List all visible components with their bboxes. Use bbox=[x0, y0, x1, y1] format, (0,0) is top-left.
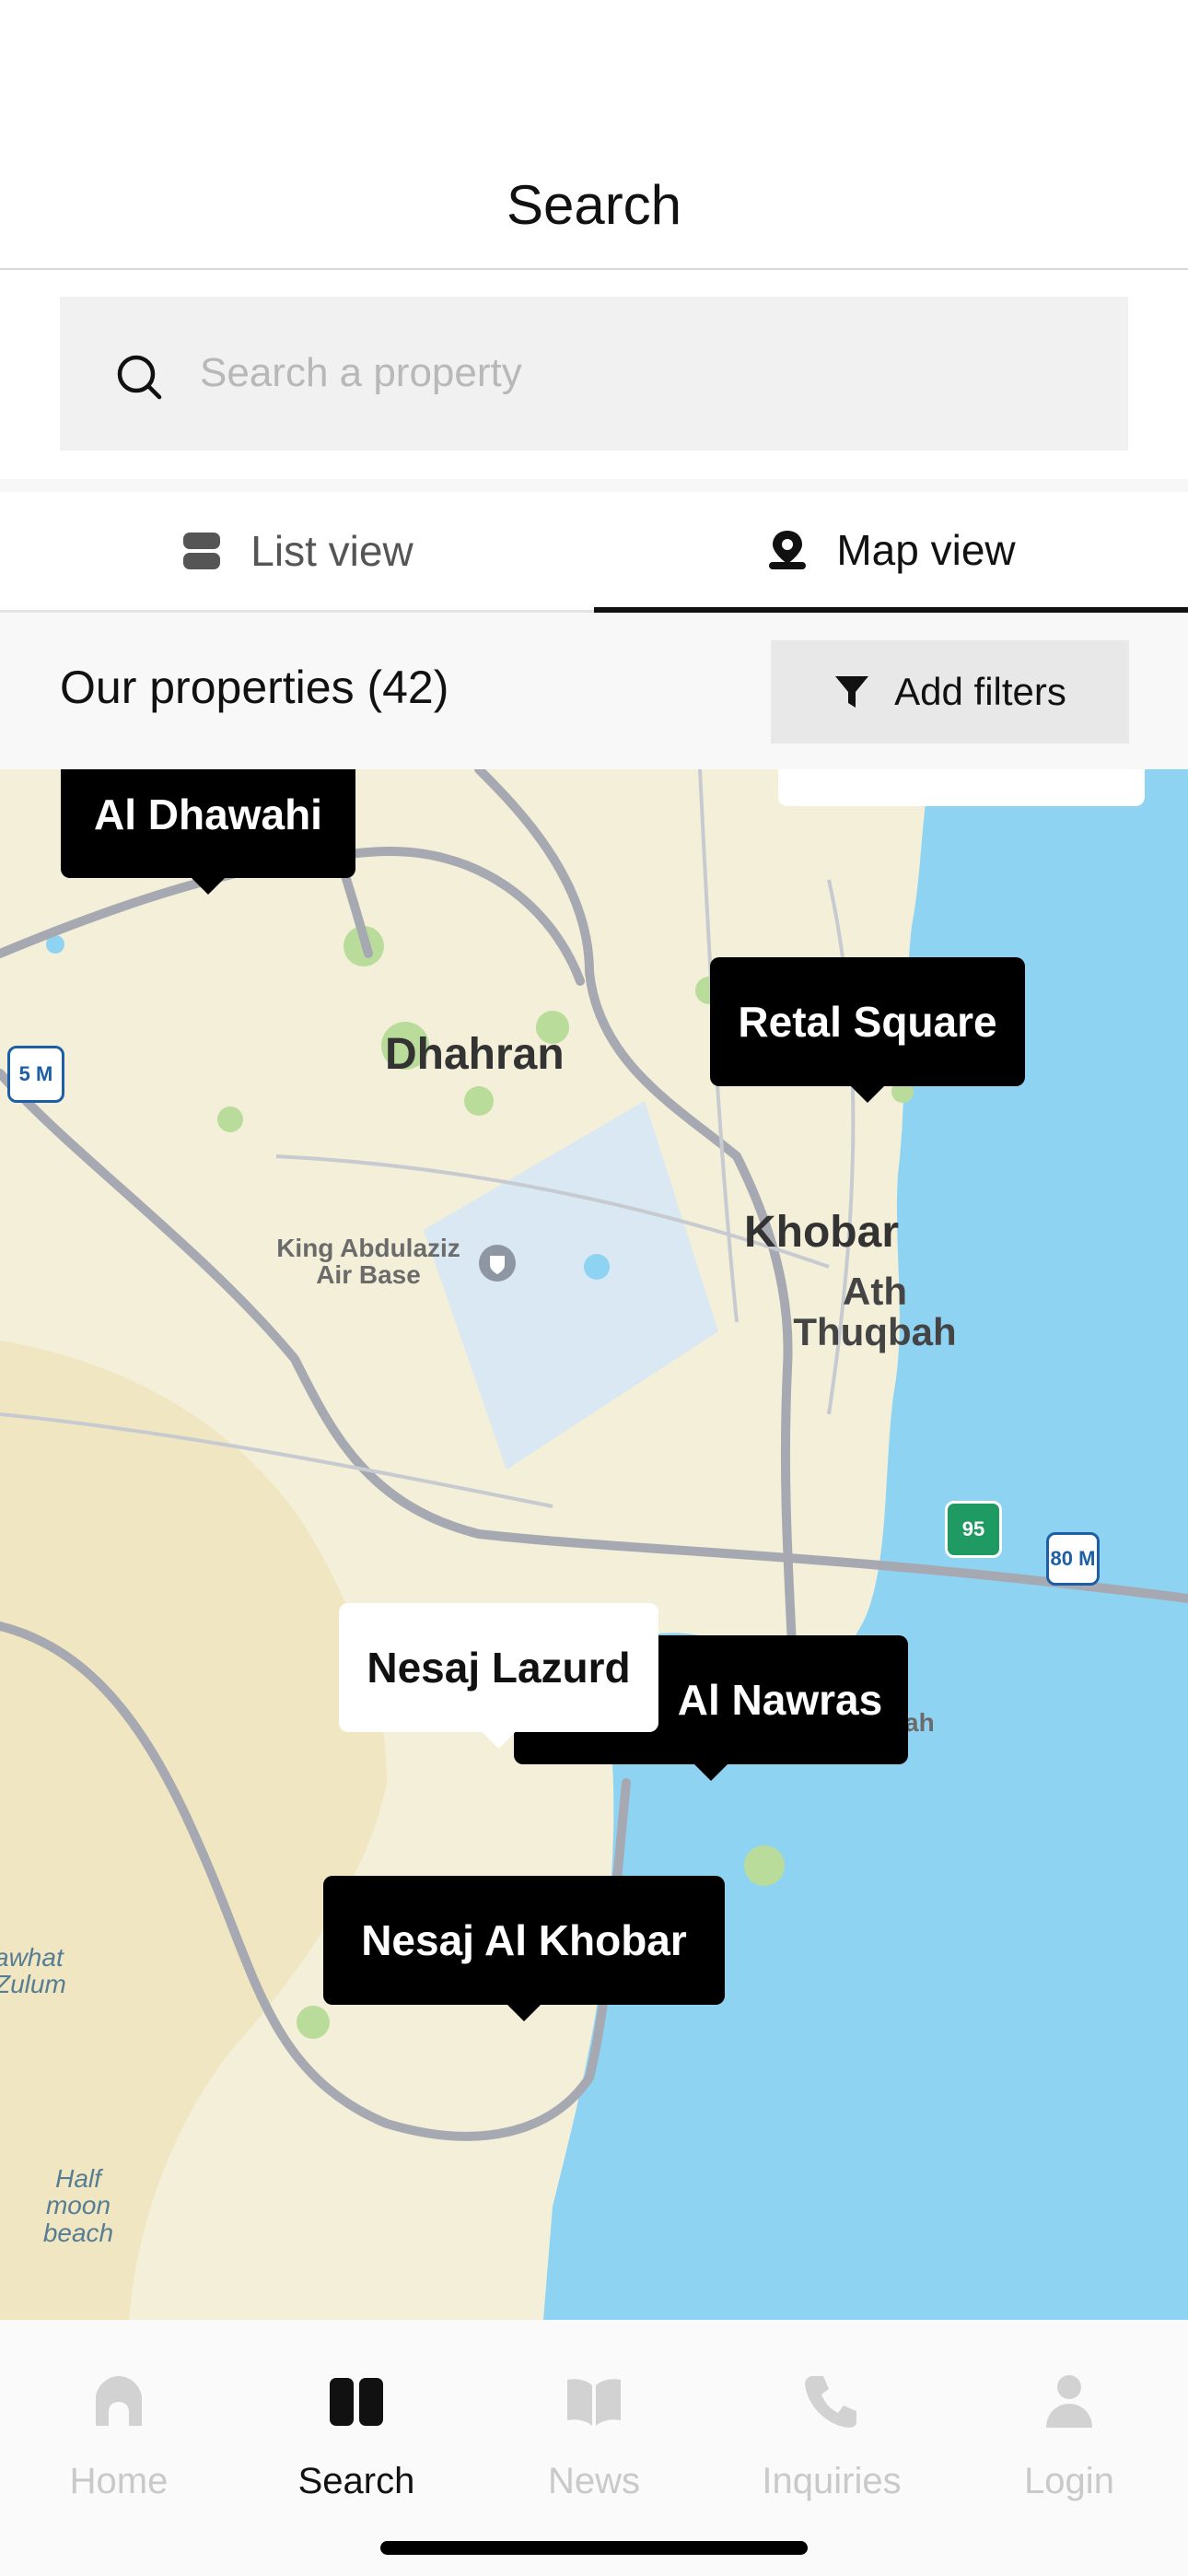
nav-item-inquiries[interactable]: Inquiries bbox=[713, 2371, 950, 2536]
tab-list-view-label: List view bbox=[250, 527, 413, 575]
road-shield-95-label: 95 bbox=[961, 1517, 985, 1540]
properties-bar: Our properties (42) Add filters bbox=[0, 613, 1188, 769]
road-shield-95: 95 bbox=[945, 1501, 1002, 1558]
properties-count-title: Our properties (42) bbox=[60, 662, 449, 713]
nav-label-search: Search bbox=[297, 2461, 415, 2501]
property-pin-al-dhawahi[interactable]: Al Dhawahi bbox=[61, 769, 355, 878]
road-shield-80m-label: 80 M bbox=[1050, 1547, 1096, 1570]
property-pin-retal-square[interactable]: Retal Square bbox=[710, 957, 1025, 1086]
road-shield-80m: 80 M bbox=[1046, 1532, 1100, 1586]
home-icon bbox=[96, 2376, 142, 2426]
property-pin-offscreen[interactable] bbox=[778, 769, 1145, 806]
page-title: Search bbox=[506, 174, 682, 236]
header: Search bbox=[0, 0, 1188, 270]
filter-icon bbox=[835, 676, 869, 708]
map-label-khobar: Khobar bbox=[744, 1208, 899, 1257]
property-pin-nesaj-al-khobar[interactable]: Nesaj Al Khobar bbox=[323, 1876, 725, 2005]
air-base-icon bbox=[479, 1245, 516, 1282]
nav-label-inquiries: Inquiries bbox=[762, 2461, 902, 2501]
pin-label: Retal Square bbox=[738, 998, 997, 1046]
nav-label-login: Login bbox=[1024, 2461, 1114, 2501]
map-label-half-moon-beach: Half moon beach bbox=[42, 2164, 114, 2247]
tab-list-view[interactable]: List view bbox=[0, 492, 594, 613]
add-filters-label: Add filters bbox=[894, 670, 1066, 713]
nav-label-news: News bbox=[547, 2461, 641, 2501]
search-input[interactable] bbox=[200, 332, 1102, 415]
pin-label: Nesaj Lazurd bbox=[367, 1644, 631, 1692]
pin-label: Al Dhawahi bbox=[94, 790, 322, 838]
list-view-icon bbox=[183, 533, 221, 569]
road-shield-5m-label: 5 M bbox=[18, 1062, 53, 1085]
user-icon bbox=[1046, 2375, 1092, 2428]
add-filters-button[interactable]: Add filters bbox=[771, 640, 1129, 744]
bottom-nav: Home Search News Inquiries Login bbox=[0, 2320, 1188, 2576]
phone-icon bbox=[805, 2376, 856, 2428]
map-label-ath-thuqbah: Ath Thuqbah bbox=[793, 1270, 957, 1354]
tab-map-view[interactable]: Map view bbox=[594, 492, 1188, 613]
pin-label: Al Nawras bbox=[677, 1676, 883, 1724]
map-label-dhahran: Dhahran bbox=[385, 1030, 565, 1079]
property-pin-nesaj-lazurd[interactable]: Nesaj Lazurd bbox=[339, 1603, 658, 1732]
search-book-icon bbox=[330, 2378, 383, 2426]
news-icon bbox=[567, 2379, 621, 2426]
road-shield-5m: 5 M bbox=[7, 1046, 64, 1103]
view-tabs: List view Map view bbox=[0, 479, 1188, 613]
tab-map-view-label: Map view bbox=[836, 525, 1016, 574]
pin-label: Nesaj Al Khobar bbox=[361, 1916, 687, 1964]
map-label-air-base: King Abdulaziz Air Base bbox=[276, 1234, 460, 1290]
map-pin-icon bbox=[769, 530, 807, 569]
map-label-partial: ah bbox=[904, 1708, 935, 1737]
nav-label-home: Home bbox=[69, 2461, 169, 2501]
nav-item-login[interactable]: Login bbox=[950, 2371, 1188, 2536]
search-icon bbox=[117, 355, 162, 400]
home-indicator bbox=[380, 2541, 808, 2555]
map-label-zulum: awhat Zulum bbox=[0, 1943, 66, 1999]
nav-item-news[interactable]: News bbox=[475, 2371, 713, 2536]
nav-item-home[interactable]: Home bbox=[0, 2371, 238, 2536]
property-map[interactable]: Dhahran Khobar Ath Thuqbah King Abdulazi… bbox=[0, 769, 1188, 2320]
nav-item-search[interactable]: Search bbox=[238, 2371, 475, 2536]
